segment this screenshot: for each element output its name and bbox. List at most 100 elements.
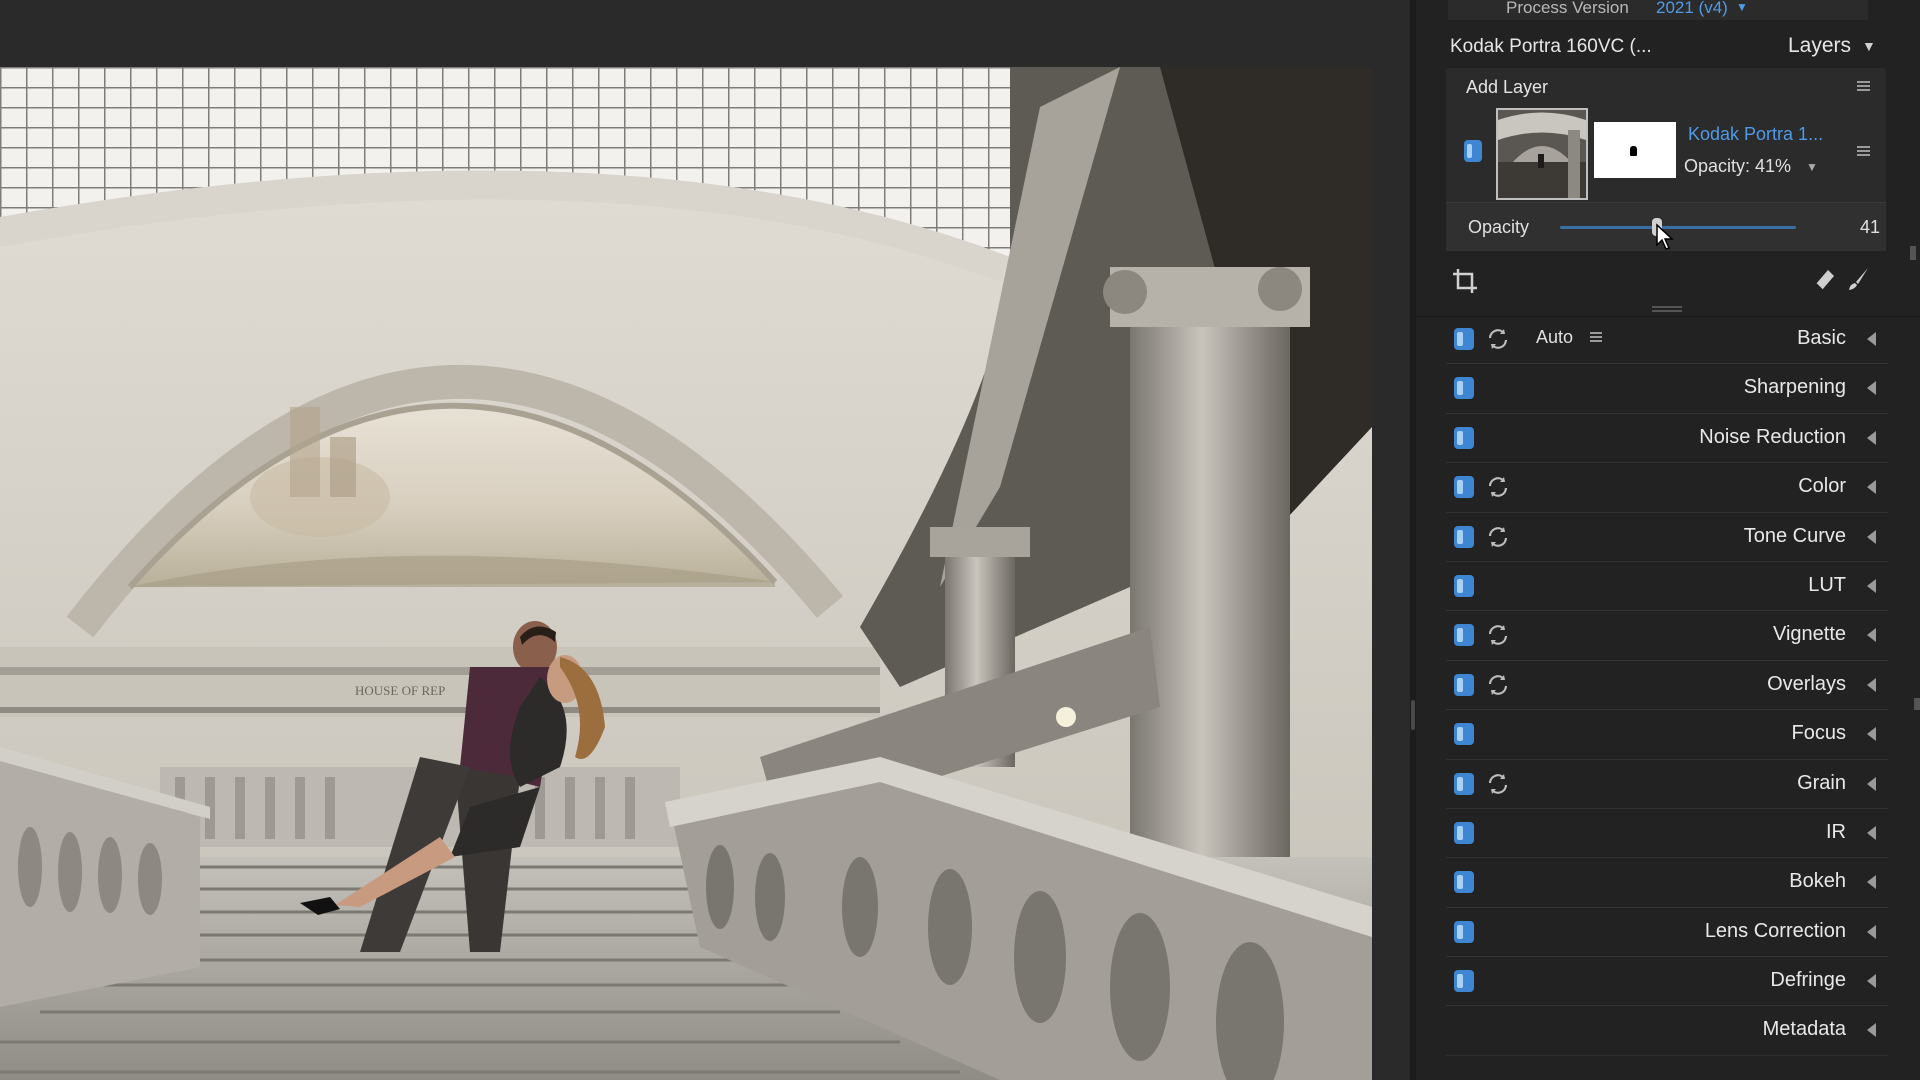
module-label: Grain xyxy=(1797,771,1846,794)
module-label: Defringe xyxy=(1770,969,1846,992)
module-toggle[interactable] xyxy=(1454,772,1474,795)
menu-icon[interactable] xyxy=(1857,81,1870,93)
chevron-left-icon[interactable] xyxy=(1867,381,1876,396)
layer-mask-thumbnail[interactable] xyxy=(1594,122,1676,178)
brush-icon[interactable] xyxy=(1846,266,1872,292)
add-layer-button[interactable]: Add Layer xyxy=(1466,77,1548,98)
module-toggle[interactable] xyxy=(1454,426,1474,449)
auto-button[interactable]: Auto xyxy=(1536,327,1573,348)
module-color[interactable]: Color xyxy=(1446,463,1888,513)
preset-row: Kodak Portra 160VC (... Layers ▼ xyxy=(1416,30,1920,66)
module-basic[interactable]: Auto Basic xyxy=(1446,315,1888,365)
reset-icon[interactable] xyxy=(1486,673,1510,697)
module-label: Vignette xyxy=(1772,623,1846,646)
reset-icon[interactable] xyxy=(1486,623,1510,647)
crop-icon[interactable] xyxy=(1452,268,1478,294)
module-metadata[interactable]: Metadata xyxy=(1446,1006,1888,1056)
chevron-left-icon[interactable] xyxy=(1867,776,1876,791)
canvas-area: HOUSE OF REP xyxy=(0,0,1410,1080)
menu-icon[interactable] xyxy=(1857,146,1870,158)
layer-thumbnail[interactable] xyxy=(1496,108,1588,200)
module-label: LUT xyxy=(1808,573,1846,596)
module-vignette[interactable]: Vignette xyxy=(1446,611,1888,661)
chevron-left-icon[interactable] xyxy=(1867,875,1876,890)
opacity-slider-row: Opacity 41 xyxy=(1446,202,1886,251)
module-grain[interactable]: Grain xyxy=(1446,760,1888,809)
process-version-bar[interactable]: Process Version 2021 (v4) ▼ xyxy=(1448,0,1868,20)
module-noise-reduction[interactable]: Noise Reduction xyxy=(1446,414,1888,464)
cursor-icon xyxy=(1656,223,1674,250)
divider-handle[interactable] xyxy=(1411,700,1415,730)
chevron-left-icon[interactable] xyxy=(1867,480,1876,495)
panel-scroll-mark xyxy=(1910,246,1916,260)
module-toggle[interactable] xyxy=(1454,970,1474,993)
module-toggle[interactable] xyxy=(1454,673,1474,696)
module-toggle[interactable] xyxy=(1454,920,1474,943)
layer-name[interactable]: Kodak Portra 1... xyxy=(1688,124,1823,145)
module-label: Tone Curve xyxy=(1743,524,1846,547)
chevron-left-icon[interactable] xyxy=(1867,1023,1876,1038)
chevron-left-icon[interactable] xyxy=(1867,430,1876,445)
module-label: Noise Reduction xyxy=(1699,425,1846,448)
eraser-icon[interactable] xyxy=(1812,266,1838,292)
module-toggle[interactable] xyxy=(1454,525,1474,548)
panel-scroll-mark xyxy=(1914,698,1920,710)
menu-icon[interactable] xyxy=(1590,332,1602,343)
module-toggle[interactable] xyxy=(1454,821,1474,844)
panel-split-handle[interactable] xyxy=(1652,306,1682,312)
reset-icon[interactable] xyxy=(1486,327,1510,351)
chevron-left-icon[interactable] xyxy=(1867,974,1876,989)
right-panel: Process Version 2021 (v4) ▼ Kodak Portra… xyxy=(1416,0,1920,1080)
reset-icon[interactable] xyxy=(1486,772,1510,796)
module-defringe[interactable]: Defringe xyxy=(1446,957,1888,1007)
chevron-left-icon[interactable] xyxy=(1867,924,1876,939)
module-toggle[interactable] xyxy=(1454,871,1474,894)
module-label: Bokeh xyxy=(1789,870,1846,893)
module-toggle[interactable] xyxy=(1454,574,1474,597)
module-label: Basic xyxy=(1797,327,1846,349)
chevron-left-icon[interactable] xyxy=(1867,529,1876,544)
chevron-down-icon[interactable]: ▼ xyxy=(1862,38,1876,54)
chevron-left-icon[interactable] xyxy=(1867,628,1876,643)
module-focus[interactable]: Focus xyxy=(1446,710,1888,760)
module-label: Lens Correction xyxy=(1704,919,1846,942)
module-sharpening[interactable]: Sharpening xyxy=(1446,364,1888,414)
module-toggle[interactable] xyxy=(1454,723,1474,746)
tools-row xyxy=(1416,262,1920,298)
module-toggle[interactable] xyxy=(1454,328,1474,350)
chevron-left-icon[interactable] xyxy=(1867,727,1876,742)
chevron-left-icon[interactable] xyxy=(1867,825,1876,840)
chevron-left-icon[interactable] xyxy=(1867,578,1876,593)
layer-thumbnail-image xyxy=(1498,110,1586,198)
module-bokeh[interactable]: Bokeh xyxy=(1446,858,1888,908)
process-version-value[interactable]: 2021 (v4) xyxy=(1656,0,1728,18)
module-toggle[interactable] xyxy=(1454,377,1474,400)
chevron-left-icon[interactable] xyxy=(1867,332,1876,346)
photo-canvas[interactable]: HOUSE OF REP xyxy=(0,67,1372,1080)
module-ir[interactable]: IR xyxy=(1446,809,1888,859)
photo-image: HOUSE OF REP xyxy=(0,67,1372,1080)
chevron-down-icon[interactable]: ▼ xyxy=(1806,160,1818,174)
module-lens-correction[interactable]: Lens Correction xyxy=(1446,908,1888,958)
reset-icon[interactable] xyxy=(1486,475,1510,499)
module-toggle[interactable] xyxy=(1454,624,1474,647)
chevron-left-icon[interactable] xyxy=(1867,677,1876,692)
module-toggle[interactable] xyxy=(1454,476,1474,499)
module-label: Overlays xyxy=(1767,672,1846,695)
layers-dropdown[interactable]: Layers xyxy=(1788,34,1851,58)
reset-icon[interactable] xyxy=(1486,525,1510,549)
layer-visibility-toggle[interactable] xyxy=(1464,140,1482,162)
module-overlays[interactable]: Overlays xyxy=(1446,661,1888,711)
module-label: Color xyxy=(1798,475,1846,498)
process-version-label: Process Version xyxy=(1506,0,1629,17)
module-list: Auto Basic Sharpening Noise Reduction Co… xyxy=(1446,315,1888,1056)
module-tone-curve[interactable]: Tone Curve xyxy=(1446,513,1888,562)
layer-opacity-dropdown[interactable]: Opacity: 41% xyxy=(1684,156,1791,177)
layer-row[interactable]: Kodak Portra 1... Opacity: 41% ▼ xyxy=(1446,108,1886,200)
opacity-label: Opacity xyxy=(1468,217,1530,237)
svg-text:HOUSE OF REP: HOUSE OF REP xyxy=(355,683,445,698)
module-lut[interactable]: LUT xyxy=(1446,562,1888,612)
opacity-slider[interactable] xyxy=(1560,226,1796,229)
opacity-value[interactable]: 41 xyxy=(1860,217,1880,238)
chevron-down-icon[interactable]: ▼ xyxy=(1736,0,1748,14)
